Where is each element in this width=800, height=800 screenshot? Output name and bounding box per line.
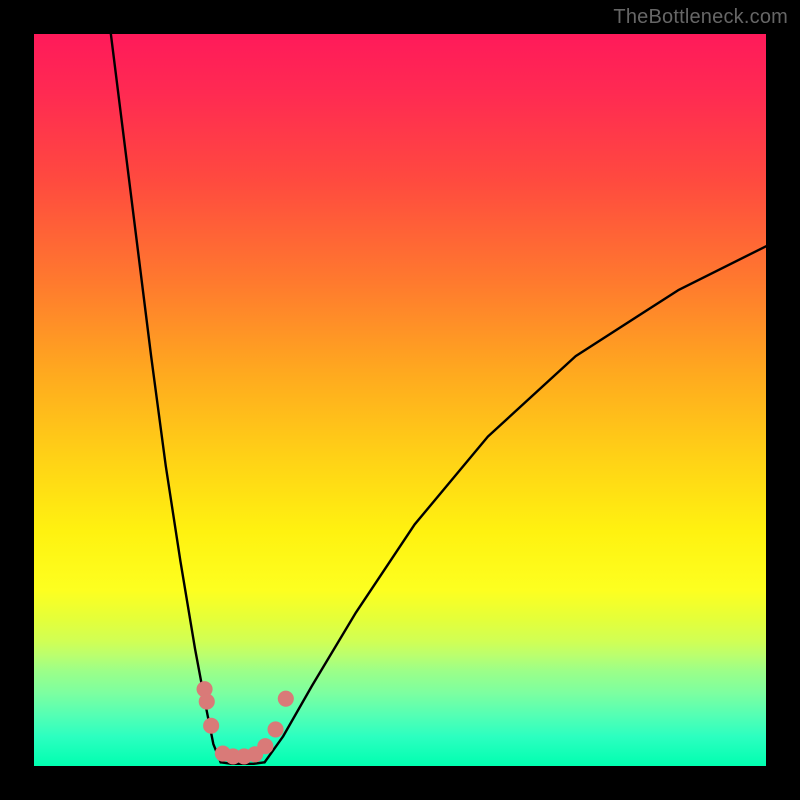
data-marker (268, 721, 284, 737)
curve-group (111, 34, 766, 764)
curve-curve-right (265, 246, 766, 762)
data-marker (203, 718, 219, 734)
watermark-text: TheBottleneck.com (613, 6, 788, 29)
data-marker (199, 694, 215, 710)
marker-group (197, 681, 294, 764)
chart-frame: TheBottleneck.com (0, 0, 800, 800)
data-marker (257, 738, 273, 754)
chart-overlay (34, 34, 766, 766)
plot-area (34, 34, 766, 766)
data-marker (278, 691, 294, 707)
curve-curve-left (111, 34, 221, 762)
